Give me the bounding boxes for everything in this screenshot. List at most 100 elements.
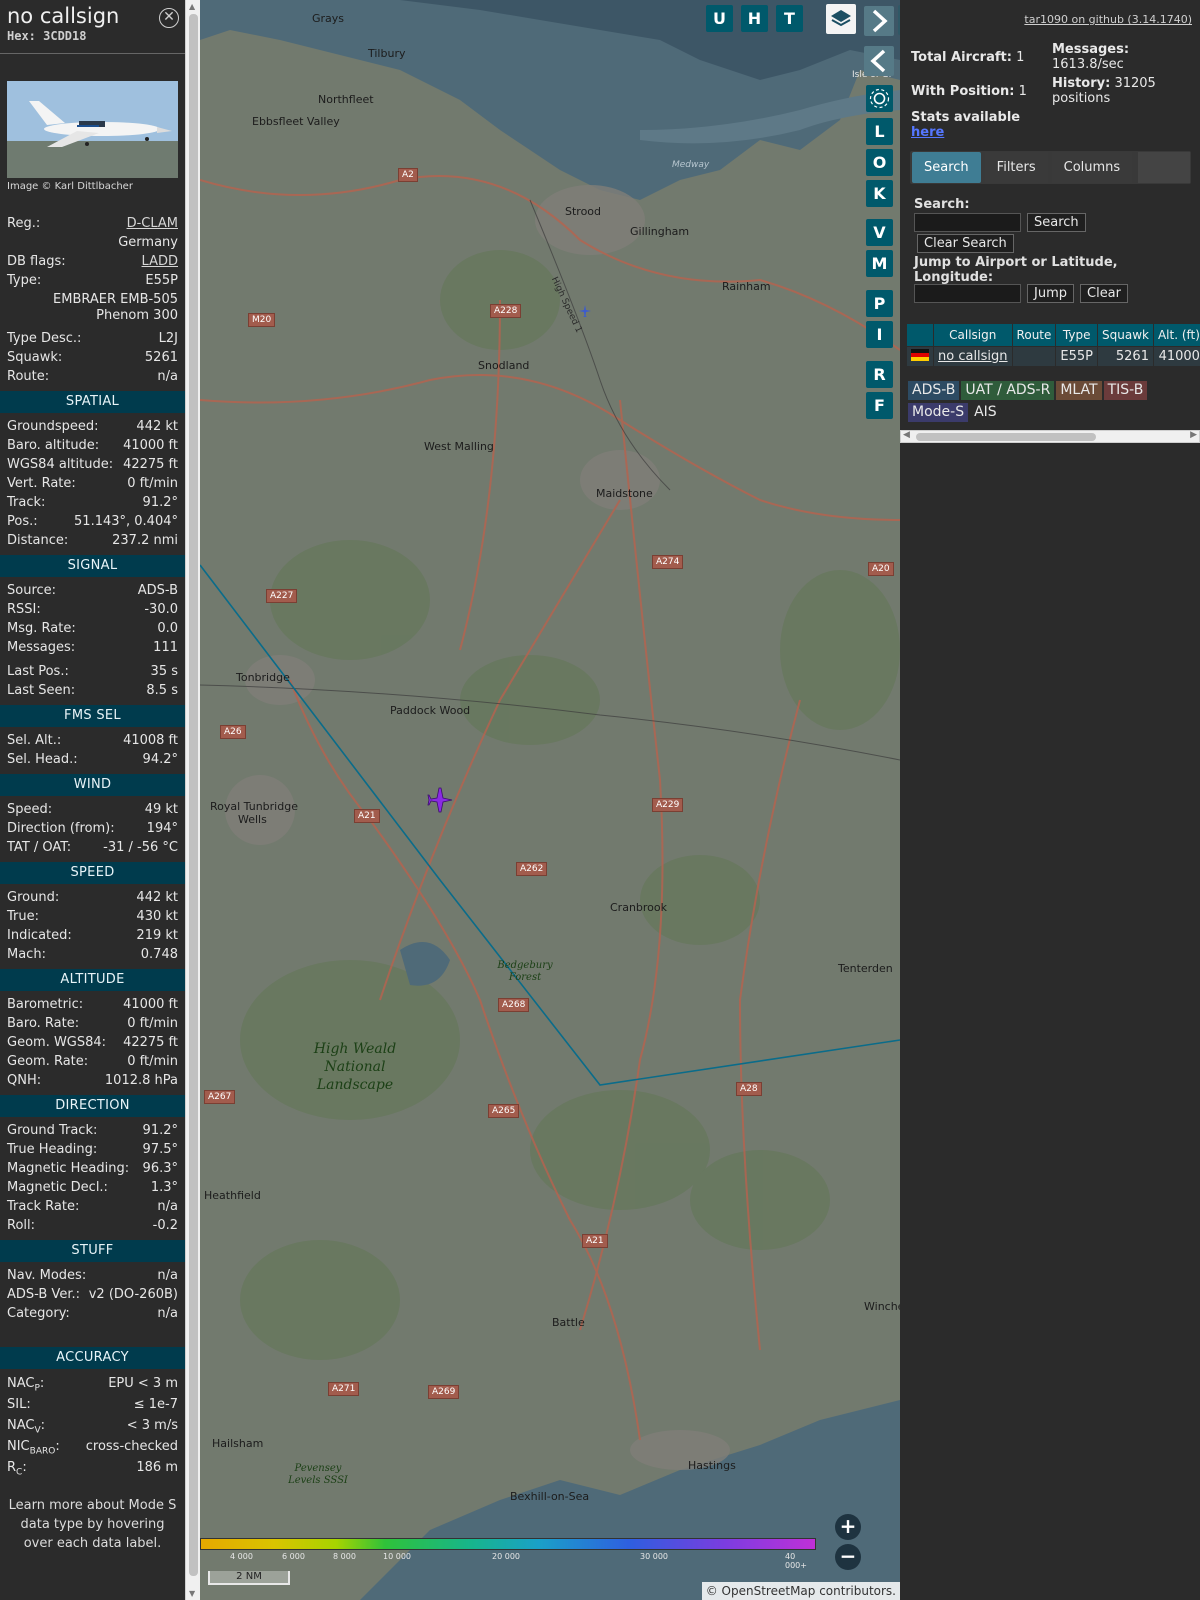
toggle-v-button[interactable]: V bbox=[866, 219, 893, 246]
detail-row[interactable]: Baro. Rate: 0 ft/min bbox=[7, 1014, 178, 1033]
detail-row[interactable]: ADS-B Ver.: v2 (DO-260B) bbox=[7, 1285, 178, 1304]
scroll-up-icon[interactable]: ▲ bbox=[189, 2, 195, 11]
tab-columns[interactable]: Columns bbox=[1051, 152, 1133, 183]
nic-row[interactable]: NICBARO: cross-checked bbox=[7, 1436, 178, 1457]
toggle-i-button[interactable]: I bbox=[866, 321, 893, 348]
toggle-f-button[interactable]: F bbox=[866, 392, 893, 419]
detail-row[interactable]: True: 430 kt bbox=[7, 907, 178, 926]
park-label: Bedgebury Forest bbox=[497, 960, 553, 983]
map-view[interactable]: Grays Tilbury Northfleet Ebbsfleet Valle… bbox=[200, 0, 900, 1600]
place-label: Ebbsfleet Valley bbox=[252, 115, 340, 128]
detail-row[interactable]: Ground Track: 91.2° bbox=[7, 1121, 178, 1140]
detail-row[interactable]: Last Pos.: 35 s bbox=[7, 662, 178, 681]
scrollbar-thumb[interactable] bbox=[916, 433, 1096, 441]
search-input[interactable] bbox=[914, 213, 1021, 232]
clear-jump-button[interactable]: Clear bbox=[1080, 284, 1128, 303]
detail-row[interactable]: QNH: 1012.8 hPa bbox=[7, 1071, 178, 1090]
toggle-r-button[interactable]: R bbox=[866, 361, 893, 388]
detail-row[interactable]: Magnetic Heading: 96.3° bbox=[7, 1159, 178, 1178]
chevron-left-icon[interactable] bbox=[864, 46, 894, 76]
sidebar-scrollbar[interactable]: ▲ ▼ bbox=[185, 0, 200, 1600]
detail-row[interactable]: Msg. Rate: 0.0 bbox=[7, 619, 178, 638]
row-callsign[interactable]: no callsign bbox=[934, 347, 1012, 366]
toggle-l-button[interactable]: L bbox=[866, 118, 893, 145]
column-header-altitude[interactable]: Alt. (ft) bbox=[1153, 324, 1200, 346]
table-row[interactable]: no callsign E55P 5261 41000 bbox=[907, 347, 1200, 366]
rc-row[interactable]: RC: 186 m bbox=[7, 1457, 178, 1478]
detail-row[interactable]: RSSI: -30.0 bbox=[7, 600, 178, 619]
tab-filters[interactable]: Filters bbox=[984, 152, 1048, 183]
column-header-flag[interactable] bbox=[907, 324, 933, 346]
detail-row[interactable]: Track Rate: n/a bbox=[7, 1197, 178, 1216]
toggle-h-button[interactable]: H bbox=[741, 5, 768, 32]
zoom-out-button[interactable]: − bbox=[835, 1544, 861, 1570]
detail-row[interactable]: Geom. WGS84: 42275 ft bbox=[7, 1033, 178, 1052]
jump-button[interactable]: Jump bbox=[1027, 284, 1074, 303]
detail-row[interactable]: Vert. Rate: 0 ft/min bbox=[7, 474, 178, 493]
search-button[interactable]: Search bbox=[1027, 213, 1086, 232]
stats-link[interactable]: here bbox=[911, 125, 944, 140]
detail-row[interactable]: Direction (from): 194° bbox=[7, 819, 178, 838]
detail-row[interactable]: Distance: 237.2 nmi bbox=[7, 531, 178, 550]
detail-row[interactable]: Source: ADS-B bbox=[7, 581, 178, 600]
toggle-m-button[interactable]: M bbox=[866, 250, 893, 277]
detail-row[interactable]: Indicated: 219 kt bbox=[7, 926, 178, 945]
detail-row[interactable]: Geom. Rate: 0 ft/min bbox=[7, 1052, 178, 1071]
chevron-right-icon[interactable] bbox=[864, 6, 894, 36]
detail-row[interactable]: Magnetic Decl.: 1.3° bbox=[7, 1178, 178, 1197]
toggle-t-button[interactable]: T bbox=[776, 5, 803, 32]
detail-row[interactable]: Track: 91.2° bbox=[7, 493, 178, 512]
scrollbar-thumb[interactable] bbox=[189, 14, 198, 1576]
tab-search[interactable]: Search bbox=[912, 152, 981, 183]
close-icon[interactable]: ✕ bbox=[159, 8, 179, 28]
aircraft-marker-icon[interactable] bbox=[578, 304, 592, 318]
detail-row[interactable]: WGS84 altitude: 42275 ft bbox=[7, 455, 178, 474]
detail-row[interactable]: Groundspeed: 442 kt bbox=[7, 417, 178, 436]
row-value: 5261 bbox=[144, 350, 178, 365]
table-horizontal-scrollbar[interactable]: ◀ ▶ bbox=[900, 430, 1200, 443]
column-header-callsign[interactable]: Callsign bbox=[934, 324, 1012, 346]
detail-row[interactable]: True Heading: 97.5° bbox=[7, 1140, 178, 1159]
registration-link[interactable]: D-CLAM bbox=[127, 214, 178, 233]
scroll-down-icon[interactable]: ▼ bbox=[189, 1589, 195, 1598]
scroll-left-icon[interactable]: ◀ bbox=[903, 430, 910, 440]
detail-row[interactable]: Sel. Alt.: 41008 ft bbox=[7, 731, 178, 750]
nacp-row[interactable]: NACP: EPU < 3 m bbox=[7, 1373, 178, 1394]
column-header-squawk[interactable]: Squawk bbox=[1098, 324, 1153, 346]
toggle-p-button[interactable]: P bbox=[866, 290, 893, 317]
jump-input[interactable] bbox=[914, 284, 1021, 303]
detail-row[interactable]: Roll: -0.2 bbox=[7, 1216, 178, 1235]
settings-gear-icon[interactable] bbox=[866, 85, 893, 112]
row-label: Distance: bbox=[7, 533, 69, 548]
clear-search-button[interactable]: Clear Search bbox=[917, 234, 1014, 253]
road-label: A269 bbox=[428, 1385, 460, 1399]
layers-icon[interactable] bbox=[826, 4, 856, 34]
detail-row[interactable]: Nav. Modes: n/a bbox=[7, 1266, 178, 1285]
nacv-row[interactable]: NACV: < 3 m/s bbox=[7, 1415, 178, 1436]
map-attribution[interactable]: © OpenStreetMap contributors. bbox=[701, 1582, 900, 1600]
zoom-in-button[interactable]: + bbox=[835, 1514, 861, 1540]
sil-row[interactable]: SIL: ≤ 1e-7 bbox=[7, 1394, 178, 1415]
toggle-o-button[interactable]: O bbox=[866, 149, 893, 176]
detail-row[interactable]: Barometric: 41000 ft bbox=[7, 995, 178, 1014]
toggle-k-button[interactable]: K bbox=[866, 180, 893, 207]
detail-row[interactable]: Ground: 442 kt bbox=[7, 888, 178, 907]
column-header-type[interactable]: Type bbox=[1056, 324, 1097, 346]
detail-row[interactable]: Pos.: 51.143°, 0.404° bbox=[7, 512, 178, 531]
detail-row[interactable]: Last Seen: 8.5 s bbox=[7, 681, 178, 700]
detail-row[interactable]: TAT / OAT: -31 / -56 °C bbox=[7, 838, 178, 857]
selected-aircraft-icon[interactable] bbox=[426, 786, 454, 814]
road-label: A21 bbox=[582, 1234, 608, 1248]
detail-row[interactable]: Messages: 111 bbox=[7, 638, 178, 657]
aircraft-photo[interactable] bbox=[7, 81, 178, 178]
dbflags-link[interactable]: LADD bbox=[142, 252, 178, 271]
toggle-u-button[interactable]: U bbox=[706, 5, 733, 32]
detail-row[interactable]: Speed: 49 kt bbox=[7, 800, 178, 819]
detail-row[interactable]: Baro. altitude: 41000 ft bbox=[7, 436, 178, 455]
detail-row[interactable]: Category: n/a bbox=[7, 1304, 178, 1323]
detail-row[interactable]: Mach: 0.748 bbox=[7, 945, 178, 964]
github-link[interactable]: tar1090 on github (3.14.1740) bbox=[1024, 13, 1192, 26]
detail-row[interactable]: Sel. Head.: 94.2° bbox=[7, 750, 178, 769]
scroll-right-icon[interactable]: ▶ bbox=[1190, 430, 1197, 440]
column-header-route[interactable]: Route bbox=[1012, 324, 1056, 346]
